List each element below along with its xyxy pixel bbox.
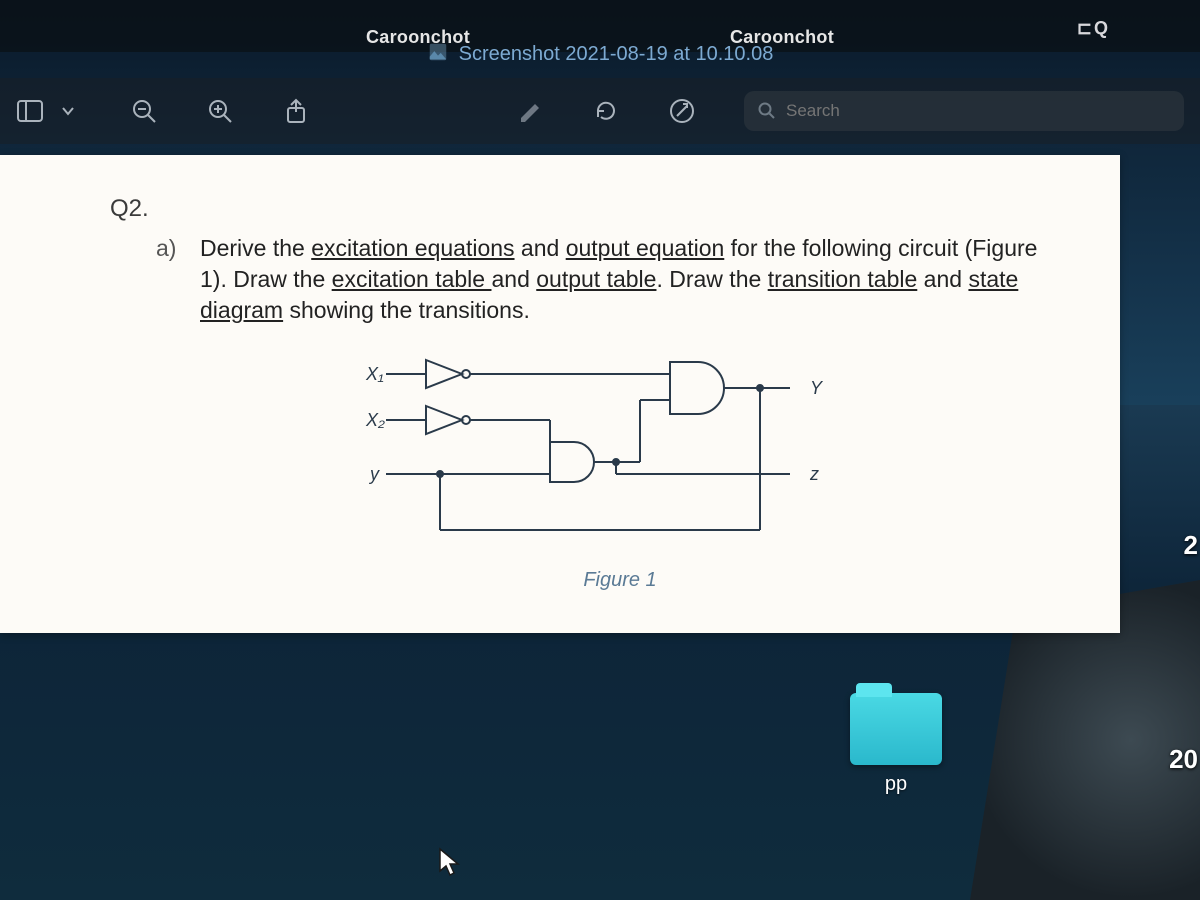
label-Y-out: Y [810, 378, 824, 398]
underline-excitation-equations: excitation equations [311, 235, 514, 261]
part-letter: a) [156, 233, 176, 264]
edge-number-upper: 2 [1184, 530, 1198, 561]
preview-toolbar [0, 78, 1200, 144]
underline-output-equation: output equation [566, 235, 725, 261]
text-run-1: Derive the [200, 235, 311, 261]
text-run-5: . Draw the [656, 266, 767, 292]
folder-label: pp [838, 773, 954, 796]
label-x1: X₁ [365, 364, 384, 384]
text-run-2: and [515, 235, 566, 261]
window-title: Screenshot 2021-08-19 at 10.10.08 [459, 43, 774, 66]
highlight-icon[interactable] [516, 97, 544, 125]
search-icon [758, 102, 776, 120]
file-image-icon [427, 41, 449, 68]
underline-excitation-table: excitation table [332, 266, 492, 292]
cursor-icon [438, 847, 462, 882]
edge-number-lower: 20 [1169, 744, 1198, 775]
text-run-7: showing the transitions. [283, 297, 530, 323]
label-z-out: z [809, 464, 819, 484]
search-field[interactable] [744, 91, 1184, 131]
document-page: Q2. a) Derive the excitation equations a… [0, 155, 1120, 633]
underline-output-table: output table [536, 266, 656, 292]
circuit-figure: X₁ X₂ y [340, 350, 900, 600]
zoom-in-icon[interactable] [206, 97, 234, 125]
markup-icon[interactable] [668, 97, 696, 125]
zoom-out-icon[interactable] [130, 97, 158, 125]
window-title-row: Screenshot 2021-08-19 at 10.10.08 [0, 36, 1200, 72]
text-run-4: and [491, 266, 536, 292]
search-input[interactable] [786, 101, 1170, 121]
figure-caption: Figure 1 [583, 567, 656, 594]
sidebar-toggle-icon[interactable] [16, 97, 44, 125]
folder-icon [850, 693, 942, 765]
label-x2: X₂ [365, 410, 385, 430]
chevron-down-icon[interactable] [54, 97, 82, 125]
question-number: Q2. [110, 195, 1080, 223]
label-y-in: y [368, 464, 380, 484]
desktop-folder-pp[interactable]: pp [838, 693, 954, 796]
text-run-6: and [917, 266, 968, 292]
question-body: a) Derive the excitation equations and o… [200, 233, 1040, 600]
share-icon[interactable] [282, 97, 310, 125]
underline-transition-table: transition table [768, 266, 918, 292]
rotate-icon[interactable] [592, 97, 620, 125]
